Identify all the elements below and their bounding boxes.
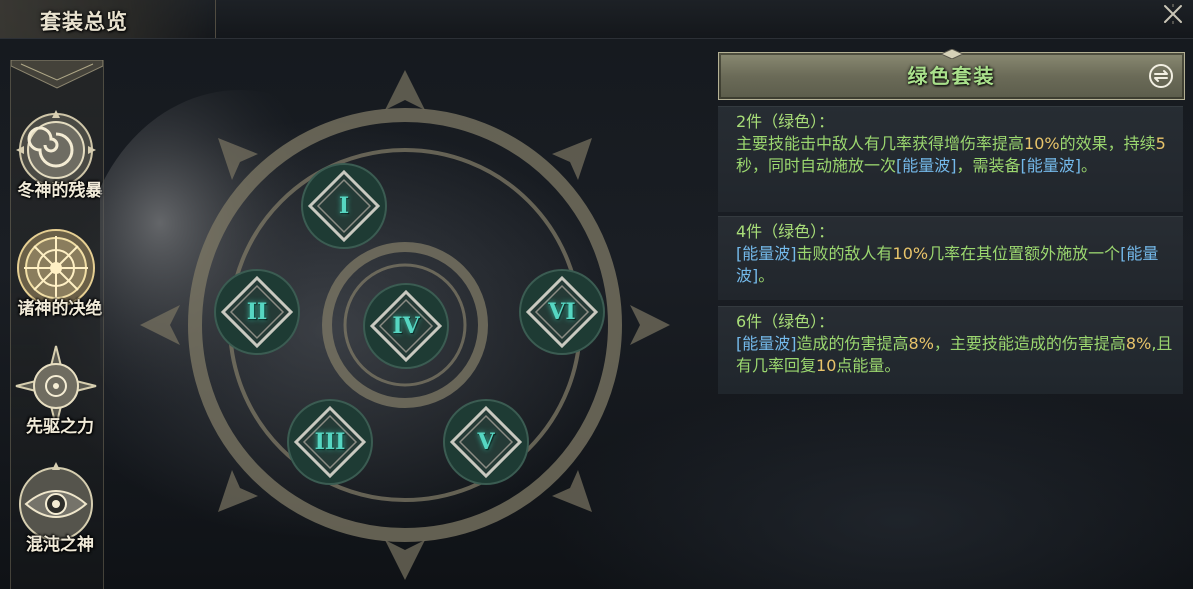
- set-node-5[interactable]: V: [442, 398, 530, 486]
- header-bar: 套装总览: [0, 0, 1193, 39]
- skill-link: [能量波]: [736, 244, 797, 263]
- tier-2-piece: 2件（绿色）： 主要技能击中敌人有几率获得增伤率提高10%的效果，持续5 秒，同时…: [718, 106, 1183, 212]
- skill-link: [能量波]: [1020, 156, 1082, 175]
- title-tab: 套装总览: [0, 0, 216, 38]
- swap-arrows-icon: [1149, 64, 1173, 88]
- set-node-4[interactable]: IV: [362, 282, 450, 370]
- desc-text: 点能量。: [836, 356, 901, 375]
- set-node-1[interactable]: I: [300, 162, 388, 250]
- set-sidebar: 冬神的残暴 诸神的决绝 先驱之力 混沌之神: [8, 60, 104, 589]
- highlight-value: 5: [1155, 134, 1166, 153]
- tier-6-piece: 6件（绿色）： [能量波]造成的伤害提高8%，主要技能造成的伤害提高8%,且有几…: [718, 306, 1183, 394]
- sidebar-item-set-3[interactable]: 先驱之力: [8, 340, 104, 458]
- set-node-3[interactable]: III: [286, 398, 374, 486]
- desc-text: 主要技能击中敌人有几率获得增伤率提高: [736, 134, 1025, 153]
- node-numeral: VI: [548, 299, 576, 325]
- highlight-value: 10%: [1024, 134, 1060, 153]
- set-title: 绿色套装: [907, 64, 996, 88]
- highlight-value: 10%: [892, 244, 929, 263]
- highlight-value: 10: [816, 356, 837, 375]
- skill-link: [能量波]: [736, 334, 797, 353]
- node-numeral: V: [477, 429, 495, 455]
- sidebar-item-set-4[interactable]: 混沌之神: [8, 458, 104, 576]
- desc-text: 的效果，持续: [1059, 134, 1156, 153]
- desc-text: ，主要技能造成的伤害提高: [933, 334, 1126, 353]
- set-node-6[interactable]: VI: [518, 268, 606, 356]
- close-button[interactable]: [1161, 2, 1185, 26]
- node-numeral: IV: [392, 313, 420, 339]
- node-numeral: I: [338, 193, 350, 219]
- desc-text: 击败的敌人有: [796, 244, 893, 263]
- set-overview-screen: 套装总览 冬神的残暴 诸神的决绝 先驱之力 混沌之神 I II IV VI II…: [0, 0, 1193, 589]
- desc-text: 。: [1081, 156, 1098, 175]
- tier-heading: 6件（绿色）：: [736, 312, 835, 331]
- desc-text: 造成的伤害提高: [796, 334, 909, 353]
- sidebar-top-ornament-icon: [11, 60, 103, 89]
- sidebar-item-set-2[interactable]: 诸神的决绝: [8, 222, 104, 340]
- desc-text: 。: [758, 266, 775, 285]
- tier-description: [能量波]造成的伤害提高8%，主要技能造成的伤害提高8%,且有几率回复10点能量…: [736, 333, 1173, 377]
- sidebar-item-label: 混沌之神: [26, 535, 94, 555]
- tier-description: [能量波]击败的敌人有10%几率在其位置额外施放一个[能量波]。: [736, 243, 1173, 287]
- close-icon: [1164, 4, 1182, 24]
- panel-header: 绿色套装: [718, 49, 1185, 100]
- sidebar-item-label: 先驱之力: [26, 417, 94, 437]
- highlight-value: 8%: [908, 334, 934, 353]
- sidebar-item-label: 诸神的决绝: [17, 299, 103, 319]
- tier-heading: 4件（绿色）：: [736, 222, 835, 241]
- sidebar-item-set-1[interactable]: 冬神的残暴: [8, 104, 104, 222]
- switch-set-button[interactable]: [1148, 63, 1174, 89]
- node-numeral: III: [314, 429, 346, 455]
- tier-4-piece: 4件（绿色）： [能量波]击败的敌人有10%几率在其位置额外施放一个[能量波]。: [718, 216, 1183, 300]
- sidebar-item-label: 冬神的残暴: [17, 181, 103, 201]
- highlight-value: 8%: [1125, 334, 1152, 353]
- skill-link: [能量波]: [896, 156, 957, 175]
- set-detail-panel: 绿色套装 2件（绿色）： 主要技能击中敌人有几率获得增伤率提高10%的效果，持续…: [718, 44, 1193, 404]
- page-title: 套装总览: [40, 9, 128, 34]
- node-numeral: II: [246, 299, 268, 325]
- desc-text: 秒，同时自动施放一次: [736, 156, 897, 175]
- desc-text: 几率在其位置额外施放一个: [928, 244, 1121, 263]
- tier-description: 主要技能击中敌人有几率获得增伤率提高10%的效果，持续5秒，同时自动施放一次[能…: [736, 133, 1173, 177]
- set-node-2[interactable]: II: [213, 268, 301, 356]
- tier-heading: 2件（绿色）：: [736, 112, 835, 131]
- desc-text: ，需装备: [956, 156, 1021, 175]
